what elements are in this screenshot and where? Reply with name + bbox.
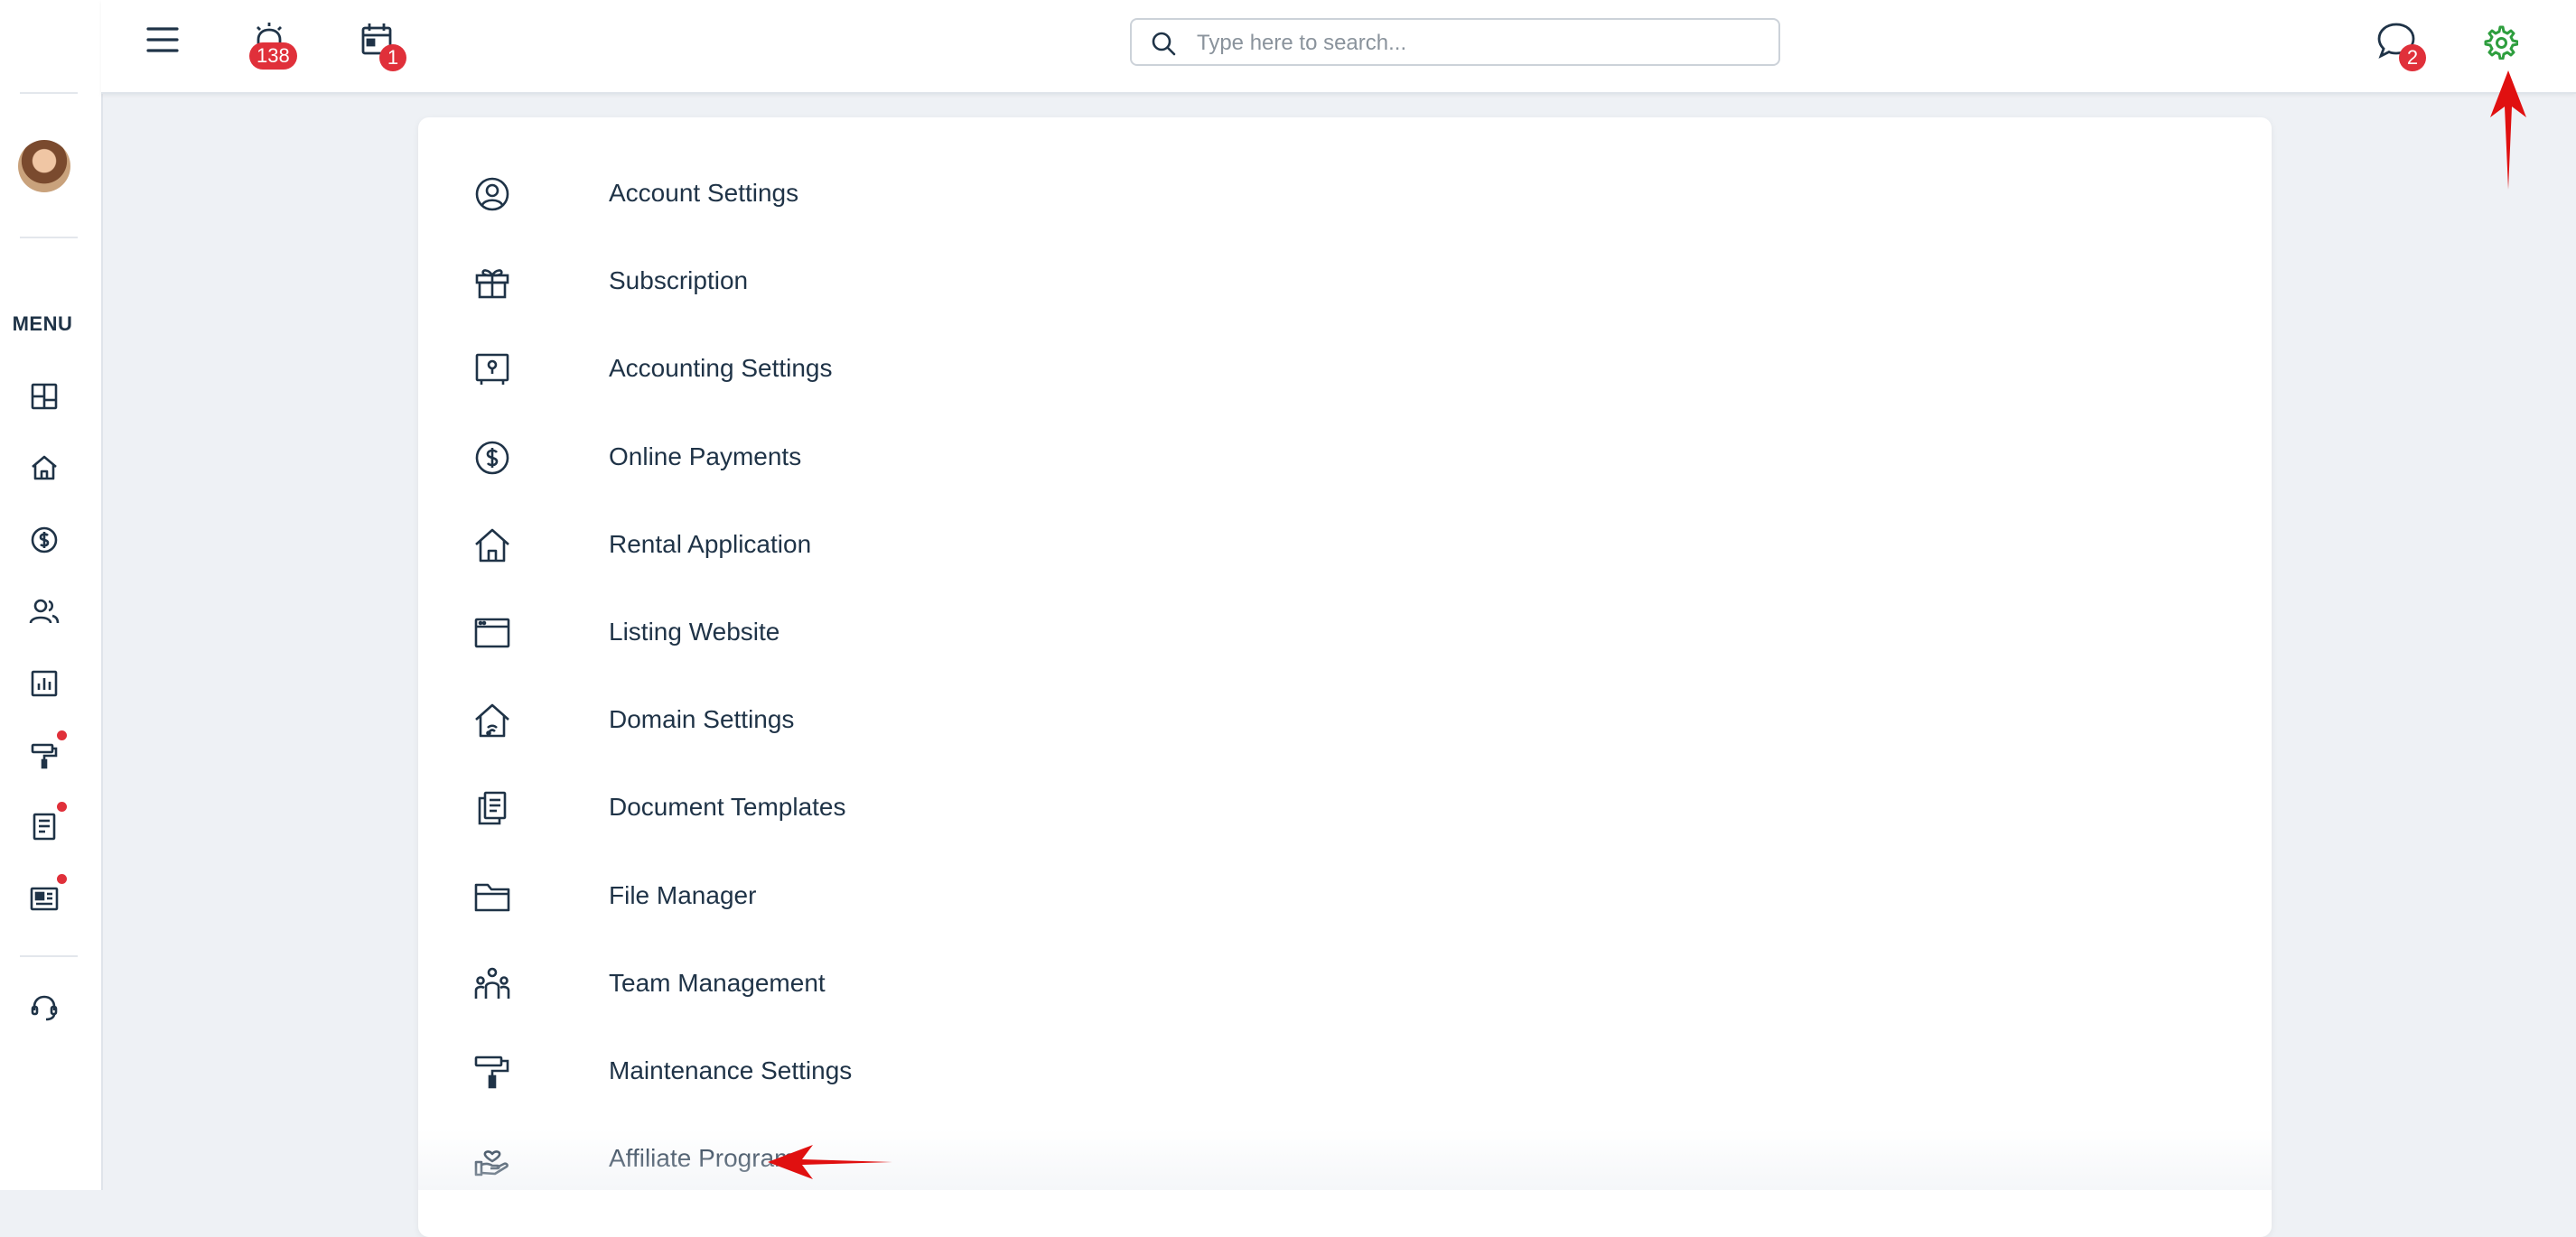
notification-dot xyxy=(57,874,67,884)
hand-heart-icon xyxy=(472,1139,512,1179)
settings-item-domain-settings[interactable]: Domain Settings xyxy=(472,693,1105,748)
hamburger-menu-icon[interactable] xyxy=(143,20,182,60)
alarm-count-badge: 138 xyxy=(249,42,297,70)
settings-item-maintenance-settings[interactable]: Maintenance Settings xyxy=(472,1045,1105,1099)
notification-dot xyxy=(57,730,67,740)
search-icon xyxy=(1152,32,1176,56)
team-icon xyxy=(472,964,512,1004)
settings-item-listing-website[interactable]: Listing Website xyxy=(472,606,1105,660)
house-wifi-icon xyxy=(472,701,512,740)
settings-item-accounting-settings[interactable]: Accounting Settings xyxy=(472,342,1105,396)
news-icon[interactable] xyxy=(26,880,62,916)
annotation-arrow-up xyxy=(2490,70,2526,190)
gear-icon[interactable] xyxy=(2482,23,2519,60)
safe-icon xyxy=(472,349,512,389)
settings-item-document-templates[interactable]: Document Templates xyxy=(472,781,1105,835)
home-icon[interactable] xyxy=(26,450,62,486)
settings-item-file-manager[interactable]: File Manager xyxy=(472,870,1105,924)
gift-icon xyxy=(472,262,512,302)
settings-item-account-settings[interactable]: Account Settings xyxy=(472,167,1105,221)
users-icon[interactable] xyxy=(26,593,62,629)
settings-item-subscription[interactable]: Subscription xyxy=(472,255,1105,309)
dollar-icon[interactable] xyxy=(26,522,62,558)
settings-item-label: Online Payments xyxy=(609,442,802,470)
house-icon xyxy=(472,525,512,565)
settings-item-label: Team Management xyxy=(609,969,826,997)
support-icon[interactable] xyxy=(26,990,62,1026)
settings-item-rental-application[interactable]: Rental Application xyxy=(472,518,1105,572)
settings-item-label: File Manager xyxy=(609,881,757,909)
settings-item-label: Document Templates xyxy=(609,793,846,821)
user-circle-icon xyxy=(472,174,512,214)
sidebar-divider xyxy=(20,237,78,238)
search-input[interactable] xyxy=(1195,27,1759,60)
menu-label: MENU xyxy=(12,312,73,335)
document-copy-icon xyxy=(472,788,512,828)
settings-item-label: Account Settings xyxy=(609,179,799,207)
settings-item-label: Rental Application xyxy=(609,530,812,558)
notification-dot xyxy=(57,802,67,812)
calendar-count-badge: 1 xyxy=(379,44,406,71)
settings-item-label: Domain Settings xyxy=(609,705,795,733)
settings-item-label: Maintenance Settings xyxy=(609,1056,853,1084)
sidebar: MENU xyxy=(0,0,103,1190)
messages-count-badge: 2 xyxy=(2399,44,2426,71)
annotation-arrow-left xyxy=(768,1145,892,1179)
maintenance-icon[interactable] xyxy=(26,737,62,773)
settings-item-label: Accounting Settings xyxy=(609,354,833,382)
reports-icon[interactable] xyxy=(26,665,62,702)
dollar-circle-icon xyxy=(472,438,512,478)
settings-item-label: Listing Website xyxy=(609,618,780,646)
settings-item-online-payments[interactable]: Online Payments xyxy=(472,431,1105,485)
settings-panel: Account Settings Subscription Accounting… xyxy=(418,117,2272,1237)
dashboard-icon[interactable] xyxy=(26,378,62,414)
settings-item-label: Subscription xyxy=(609,266,749,294)
folder-icon xyxy=(472,877,512,916)
settings-item-team-management[interactable]: Team Management xyxy=(472,957,1105,1011)
documents-icon[interactable] xyxy=(26,808,62,844)
sidebar-divider xyxy=(20,955,78,957)
search-box[interactable] xyxy=(1130,18,1780,66)
paint-roller-icon xyxy=(472,1052,512,1092)
top-bar: 138 1 2 xyxy=(101,0,2576,94)
avatar[interactable] xyxy=(18,140,70,192)
browser-icon xyxy=(472,613,512,653)
sidebar-divider xyxy=(20,92,78,94)
